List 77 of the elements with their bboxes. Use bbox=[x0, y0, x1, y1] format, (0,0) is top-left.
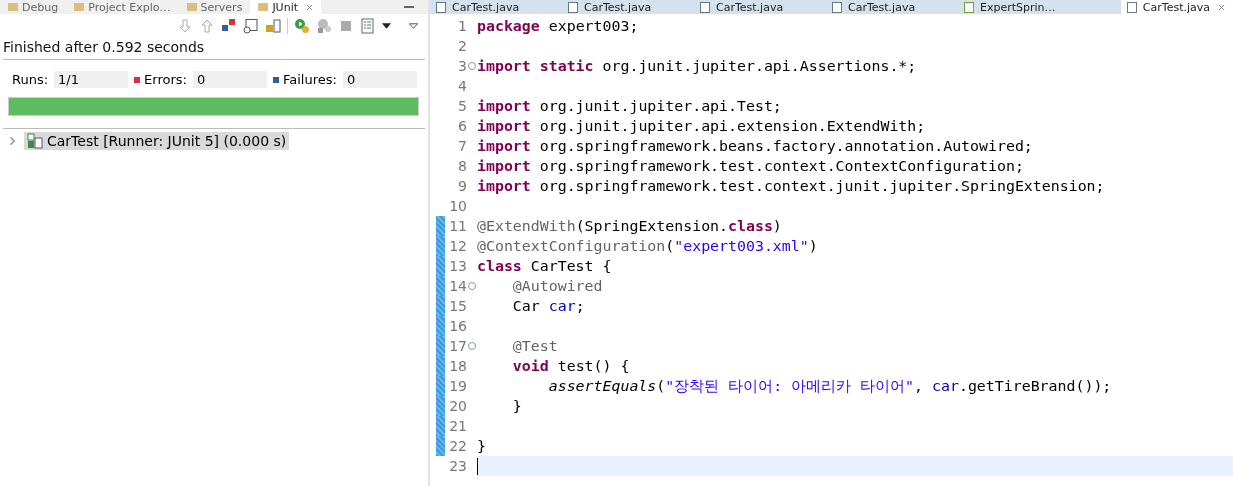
counter-label: Failures: bbox=[282, 72, 337, 87]
close-icon[interactable] bbox=[306, 3, 313, 11]
code-line: import org.junit.jupiter.api.extension.ExtendWith; bbox=[477, 117, 926, 135]
line-number: 20 bbox=[448, 398, 467, 414]
tab-icon bbox=[258, 3, 269, 11]
history-icon[interactable] bbox=[360, 18, 376, 34]
line-number: 17 bbox=[448, 338, 467, 354]
line-number: 23 bbox=[448, 458, 467, 474]
failure-icon bbox=[272, 76, 279, 83]
line-number: 19 bbox=[448, 378, 467, 394]
line-number: 14 bbox=[448, 278, 467, 294]
code-line: } bbox=[477, 437, 486, 455]
line-number: 18 bbox=[448, 358, 467, 374]
code-line: import org.springframework.beans.factory.annotation.Autowired; bbox=[477, 137, 1033, 155]
counter-value: 0 bbox=[342, 71, 417, 88]
code-line: import static org.junit.jupiter.api.Assertions.*; bbox=[477, 57, 917, 75]
error-icon bbox=[134, 76, 141, 83]
rerun-icon[interactable] bbox=[294, 18, 310, 34]
code-line: assertEquals("장착된 타이어: 아메리카 타이어", car.getTireBrand()); bbox=[547, 376, 1112, 396]
close-icon[interactable] bbox=[1218, 3, 1225, 11]
line-number: 10 bbox=[448, 198, 467, 214]
rerun-failures-icon[interactable] bbox=[316, 18, 332, 34]
test-tree-item[interactable]: CarTest [Runner: JUnit 5] (0.000 s) bbox=[24, 132, 290, 150]
code-line: Car car; bbox=[511, 297, 585, 315]
line-number: 3 bbox=[457, 58, 467, 74]
arrow-down-icon[interactable] bbox=[177, 18, 193, 34]
view-tab[interactable]: Servers bbox=[178, 0, 251, 14]
line-number: 1 bbox=[457, 18, 467, 34]
code-line: @ExtendWith(SpringExtension.class) bbox=[477, 217, 782, 235]
stop-icon[interactable] bbox=[338, 18, 354, 34]
line-number: 12 bbox=[448, 238, 467, 254]
arrow-up-icon[interactable] bbox=[199, 18, 215, 34]
code-line: class CarTest { bbox=[477, 257, 612, 275]
line-number: 11 bbox=[448, 218, 467, 234]
view-tab[interactable]: Project Explo… bbox=[66, 0, 179, 14]
line-number: 4 bbox=[457, 78, 467, 94]
failures-filter-icon[interactable] bbox=[221, 18, 237, 34]
line-number: 7 bbox=[457, 138, 467, 154]
editor-tab[interactable]: CarTest.java bbox=[694, 0, 826, 14]
code-line: @ContextConfiguration("expert003.xml") bbox=[477, 237, 818, 255]
line-number: 5 bbox=[457, 98, 467, 114]
counter-label: Runs: bbox=[12, 72, 49, 87]
code-line: import org.springframework.test.context.ContextConfiguration; bbox=[477, 157, 1024, 175]
editor-tab[interactable]: CarTest.java bbox=[1120, 0, 1233, 14]
counter-value: 0 bbox=[192, 71, 267, 88]
line-number: 15 bbox=[448, 298, 467, 314]
line-number: 8 bbox=[457, 158, 467, 174]
text-cursor bbox=[477, 457, 478, 475]
status-text: Finished after 0.592 seconds bbox=[2, 38, 206, 57]
tab-icon bbox=[74, 3, 85, 11]
line-number: 2 bbox=[457, 38, 467, 54]
view-tab[interactable]: JUnit bbox=[250, 0, 321, 14]
line-number: 6 bbox=[457, 118, 467, 134]
code-line: import org.junit.jupiter.api.Test; bbox=[477, 97, 782, 115]
line-number: 9 bbox=[457, 178, 467, 194]
code-line: @Autowired bbox=[511, 277, 603, 295]
line-number: 21 bbox=[448, 418, 467, 434]
editor-tab[interactable]: CarTest.java bbox=[430, 0, 562, 14]
line-number: 13 bbox=[448, 258, 467, 274]
code-line: @Test bbox=[511, 337, 558, 355]
dropdown-caret-icon[interactable] bbox=[382, 23, 391, 29]
view-menu-icon[interactable] bbox=[409, 23, 418, 29]
counter-value: 1/1 bbox=[54, 71, 129, 88]
code-line: } bbox=[511, 397, 522, 415]
editor-tab[interactable]: ExpertSprin… bbox=[958, 0, 1090, 14]
tab-icon bbox=[8, 3, 18, 11]
tab-icon bbox=[186, 3, 197, 11]
code-line: import org.springframework.test.context.junit.jupiter.SpringExtension; bbox=[477, 177, 1105, 195]
editor-tab[interactable]: CarTest.java bbox=[562, 0, 694, 14]
view-tab[interactable]: Debug bbox=[0, 0, 67, 14]
editor-tab[interactable]: CarTest.java bbox=[826, 0, 958, 14]
code-line: package expert003; bbox=[477, 17, 639, 35]
counter-label: Errors: bbox=[144, 72, 187, 87]
line-number: 16 bbox=[448, 318, 467, 334]
code-line: void test() { bbox=[511, 357, 630, 375]
line-number: 22 bbox=[448, 438, 467, 454]
test-suite-icon bbox=[27, 133, 43, 149]
